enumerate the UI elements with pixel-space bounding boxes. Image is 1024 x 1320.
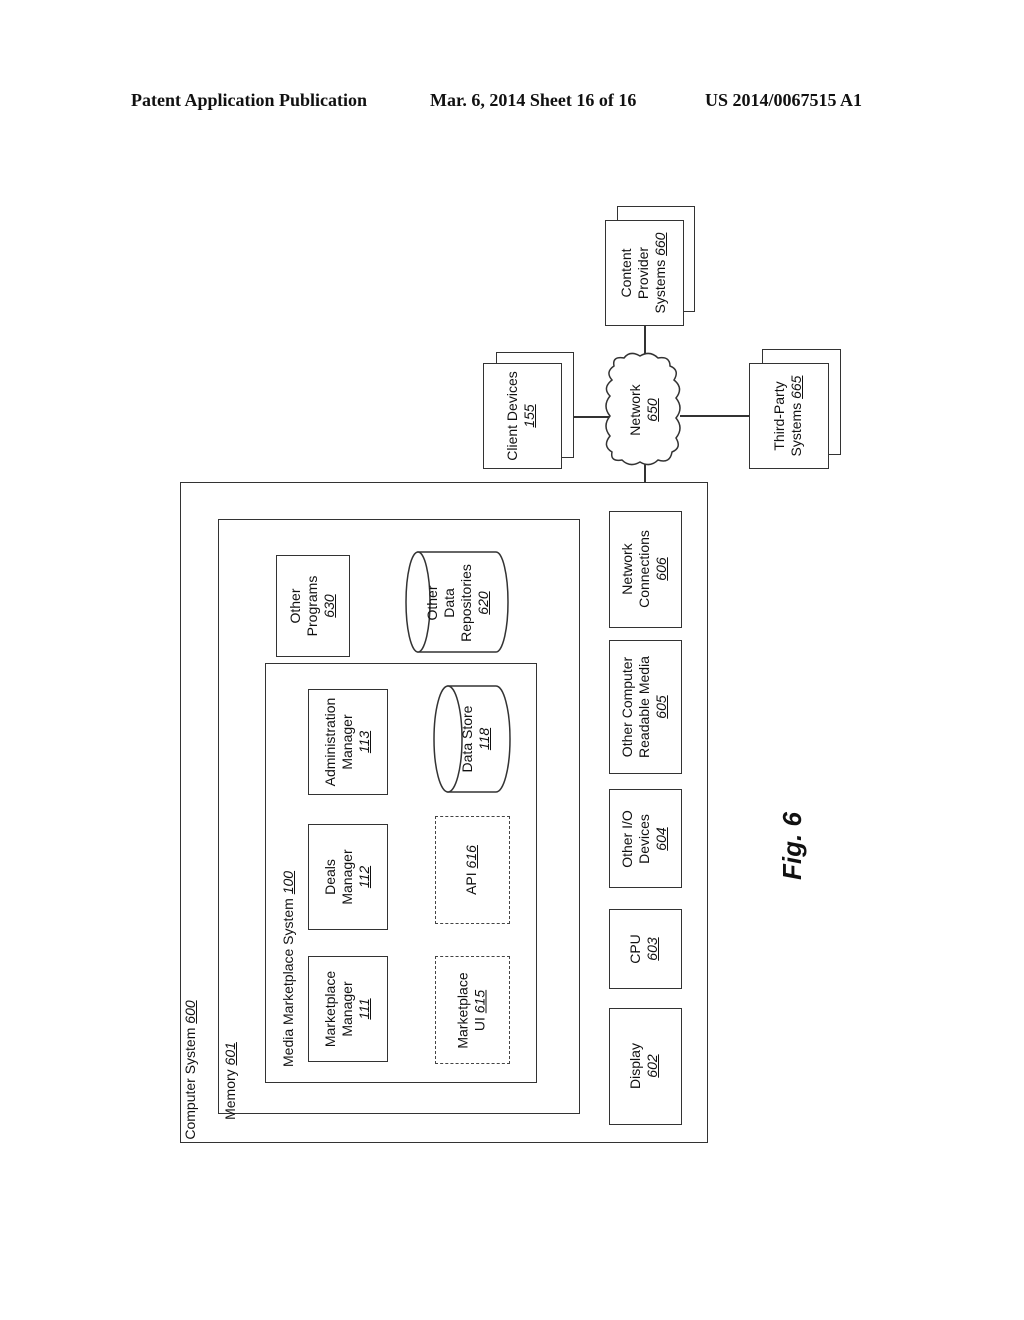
network-label: Network 650 bbox=[627, 384, 660, 436]
other-programs-label: Other Programs 630 bbox=[287, 575, 337, 637]
content-provider-systems-label: Content Provider Systems 660 bbox=[618, 232, 668, 314]
other-computer-readable-media-label: Other Computer Readable Media 605 bbox=[619, 656, 669, 758]
other-io-devices-label: Other I/O Devices 604 bbox=[619, 810, 669, 868]
data-store-label: Data Store 118 bbox=[459, 705, 492, 773]
client-devices-label: Client Devices 155 bbox=[504, 371, 537, 461]
cylinders-layer bbox=[405, 352, 681, 793]
display-label: Display 602 bbox=[627, 1043, 660, 1089]
network-connections-label: Network Connections 606 bbox=[619, 530, 669, 608]
other-data-repositories-label: Other Data Repositories 620 bbox=[424, 564, 491, 642]
third-party-systems-label: Third-Party Systems 665 bbox=[771, 375, 804, 457]
figure-label: Fig. 6 bbox=[777, 812, 807, 880]
cpu-label: CPU 603 bbox=[627, 934, 660, 964]
